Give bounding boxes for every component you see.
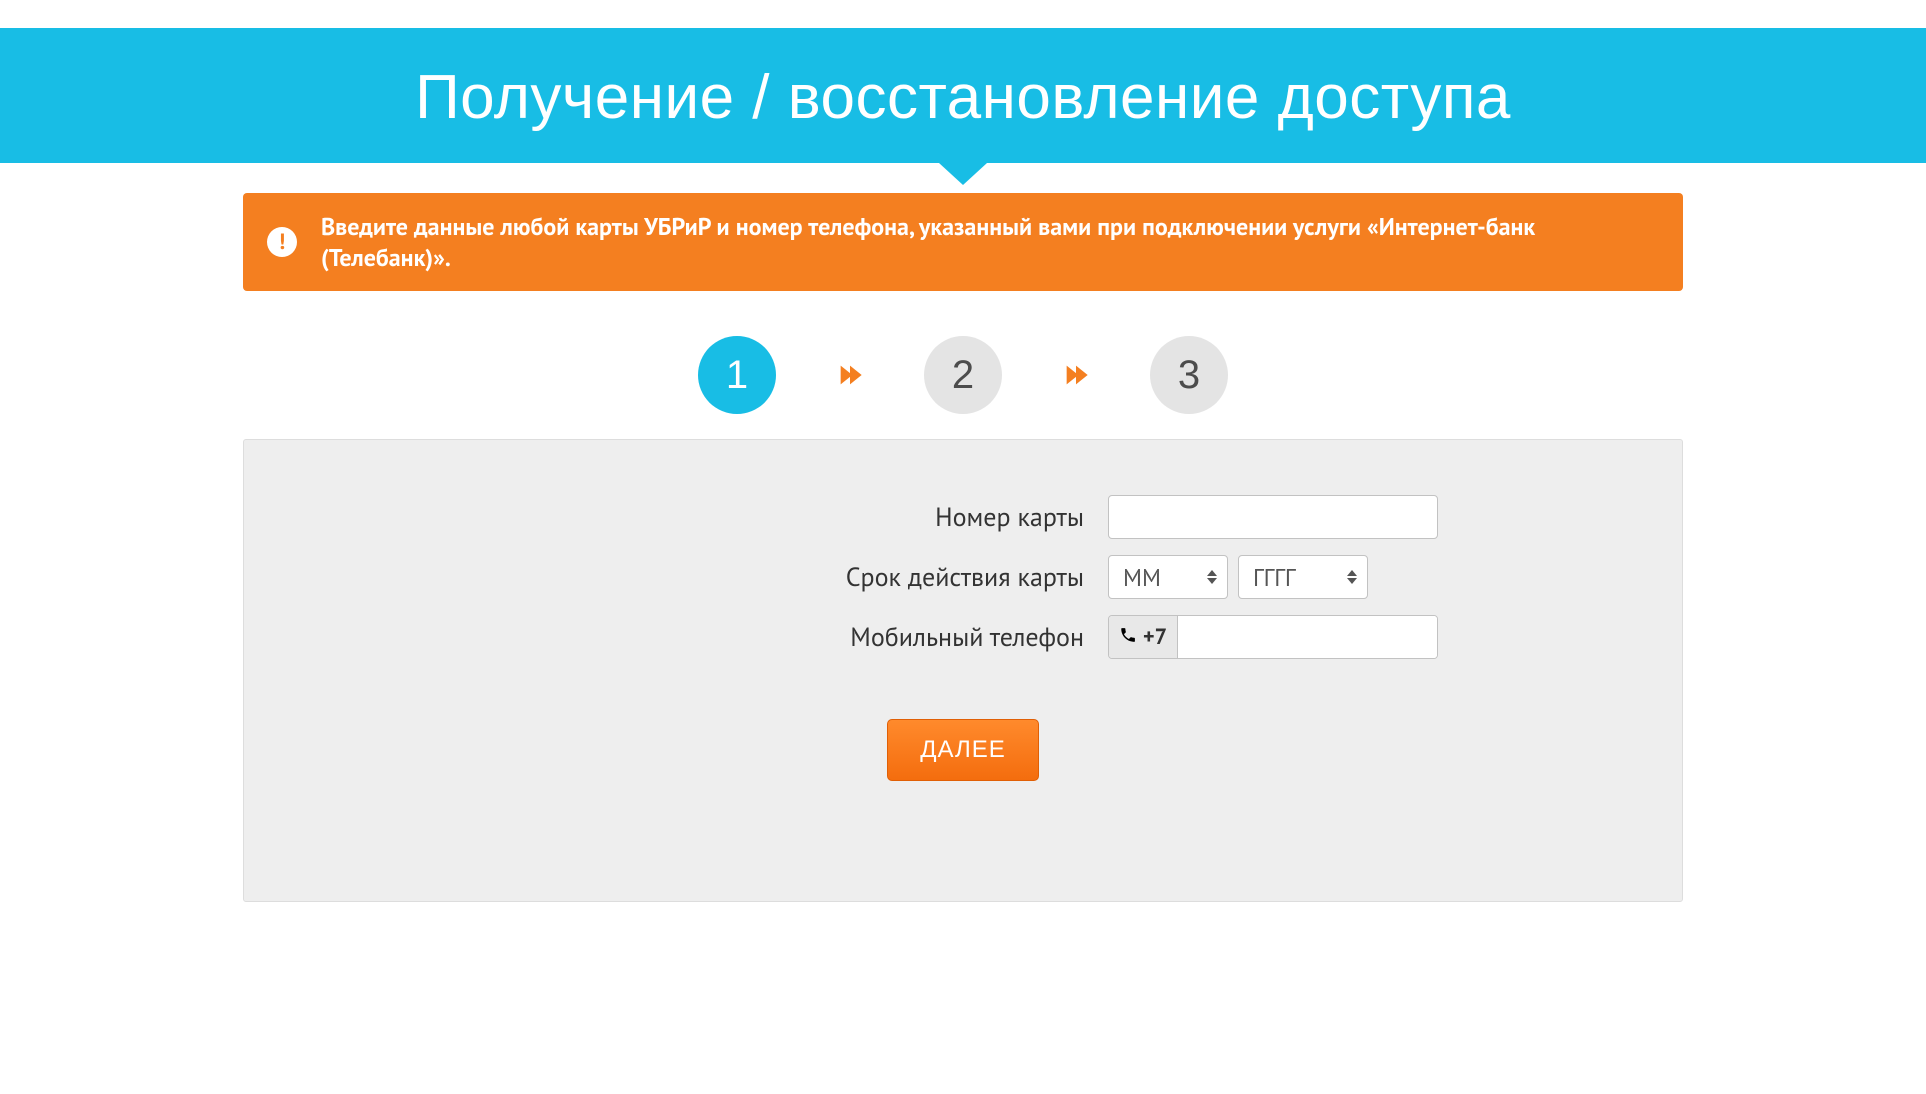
expiry-year-value: ГГГГ bbox=[1253, 562, 1295, 593]
exclamation-icon: ! bbox=[267, 227, 297, 257]
chevron-updown-icon bbox=[1347, 570, 1357, 584]
top-spacer bbox=[0, 0, 1926, 28]
next-button[interactable]: ДАЛЕЕ bbox=[887, 719, 1039, 781]
card-number-input[interactable] bbox=[1108, 495, 1438, 539]
step-3: 3 bbox=[1150, 336, 1228, 414]
info-notice: ! Введите данные любой карты УБРиР и ном… bbox=[243, 193, 1683, 291]
banner-arrow-icon bbox=[939, 163, 987, 185]
expiry-label: Срок действия карты bbox=[488, 561, 1108, 594]
form-panel: Номер карты Срок действия карты ММ ГГГГ bbox=[243, 439, 1683, 902]
page-banner: Получение / восстановление доступа bbox=[0, 28, 1926, 163]
step-arrow-icon bbox=[1062, 361, 1090, 389]
step-2: 2 bbox=[924, 336, 1002, 414]
phone-group: +7 bbox=[1108, 615, 1438, 659]
phone-label: Мобильный телефон bbox=[488, 621, 1108, 654]
notice-text: Введите данные любой карты УБРиР и номер… bbox=[321, 211, 1659, 273]
chevron-updown-icon bbox=[1207, 570, 1217, 584]
card-number-row: Номер карты bbox=[244, 495, 1682, 539]
expiry-year-select[interactable]: ГГГГ bbox=[1238, 555, 1368, 599]
phone-prefix: +7 bbox=[1109, 616, 1178, 658]
step-indicator: 1 2 3 bbox=[243, 336, 1683, 414]
step-1: 1 bbox=[698, 336, 776, 414]
phone-prefix-text: +7 bbox=[1143, 623, 1167, 651]
step-arrow-icon bbox=[836, 361, 864, 389]
phone-row: Мобильный телефон +7 bbox=[244, 615, 1682, 659]
expiry-month-select[interactable]: ММ bbox=[1108, 555, 1228, 599]
phone-icon bbox=[1119, 623, 1137, 651]
expiry-month-value: ММ bbox=[1123, 562, 1161, 593]
expiry-row: Срок действия карты ММ ГГГГ bbox=[244, 555, 1682, 599]
phone-input[interactable] bbox=[1178, 616, 1438, 658]
card-number-label: Номер карты bbox=[488, 501, 1108, 534]
page-title: Получение / восстановление доступа bbox=[0, 62, 1926, 133]
